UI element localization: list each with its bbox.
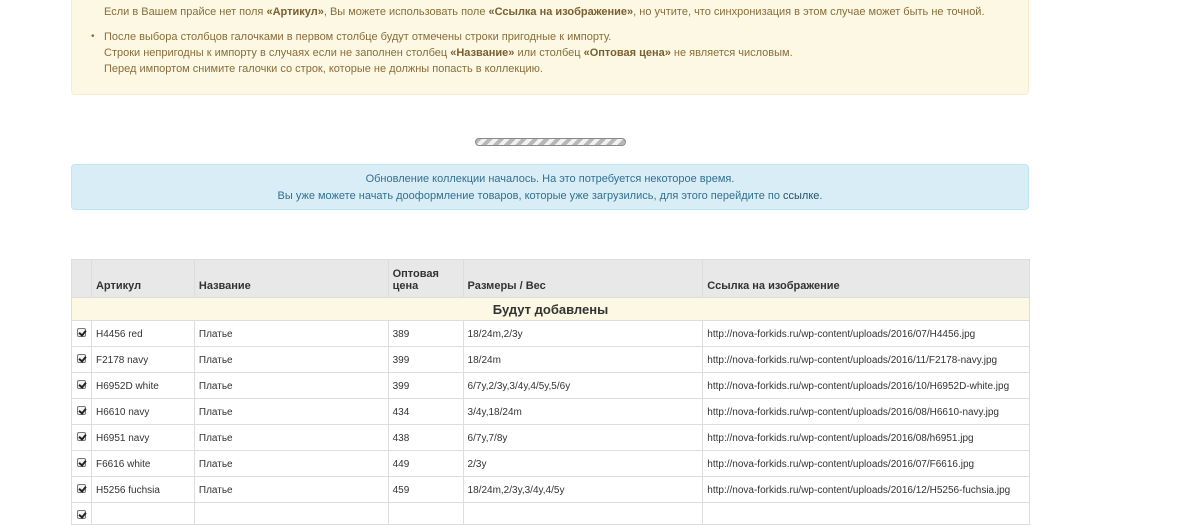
table-row: H6952D white Платье 399 6/7y,2/3y,3/4y,4/5y…: [71, 372, 1030, 399]
table-row: H6951 navy Платье 438 6/7y,7/8y http://nova-…: [71, 424, 1030, 451]
table-header-row: Артикул Название Оптовая цена Размеры / В…: [71, 259, 1030, 298]
hint-sku-missing: Если в Вашем прайсе нет поля «Артикул», …: [104, 6, 985, 18]
cell-name: [193, 502, 389, 525]
import-table: Артикул Название Оптовая цена Размеры / В…: [71, 259, 1030, 525]
row-checkbox-cell: [71, 450, 92, 477]
info-line-started: Обновление коллекции началось. На это по…: [365, 173, 735, 185]
cell-sku: H6951 navy: [90, 424, 195, 451]
row-checkbox[interactable]: [77, 510, 86, 519]
cell-image-url: http://nova-forkids.ru/wp-content/upload…: [702, 450, 1030, 477]
hint-uncheck-rows: Перед импортом снимите галочки со строк,…: [104, 63, 543, 75]
cell-name: Платье: [193, 372, 389, 399]
hint-unsuitable-rows: Строки непригодны к импорту в случаях ес…: [104, 47, 793, 59]
cell-sizes: [462, 502, 704, 525]
row-checkbox[interactable]: [77, 328, 86, 337]
cell-price: 399: [387, 372, 464, 399]
row-checkbox[interactable]: [77, 458, 86, 467]
cell-sku: H6952D white: [90, 372, 195, 399]
cell-image-url: [702, 502, 1030, 525]
table-row: H4456 red Платье 389 18/24m,2/3y http://nova…: [71, 320, 1030, 347]
row-checkbox[interactable]: [77, 354, 86, 363]
cell-sizes: 2/3y: [462, 450, 704, 477]
row-checkbox-cell: [71, 502, 92, 525]
cell-price: 449: [387, 450, 464, 477]
cell-sizes: 6/7y,2/3y,3/4y,4/5y,5/6y: [462, 372, 704, 399]
cell-sku: [90, 502, 195, 525]
cell-name: Платье: [193, 320, 389, 347]
cell-image-url: http://nova-forkids.ru/wp-content/upload…: [702, 372, 1030, 399]
row-checkbox[interactable]: [77, 380, 86, 389]
cell-name: Платье: [193, 476, 389, 503]
info-line-continue: Вы уже можете начать дооформление товаро…: [277, 190, 823, 202]
header-image[interactable]: Ссылка на изображение: [702, 259, 1030, 298]
row-checkbox-cell: [71, 372, 92, 399]
row-checkbox[interactable]: [77, 432, 86, 441]
row-checkbox-cell: [71, 424, 92, 451]
cell-price: 438: [387, 424, 464, 451]
row-checkbox[interactable]: [77, 406, 86, 415]
cell-image-url: http://nova-forkids.ru/wp-content/upload…: [702, 424, 1030, 451]
cell-sizes: 18/24m,2/3y: [462, 320, 704, 347]
cell-price: [387, 502, 464, 525]
cell-image-url: http://nova-forkids.ru/wp-content/upload…: [702, 320, 1030, 347]
cell-name: Платье: [193, 424, 389, 451]
row-checkbox[interactable]: [77, 484, 86, 493]
header-sku[interactable]: Артикул: [90, 259, 195, 298]
cell-price: 434: [387, 398, 464, 425]
cell-image-url: http://nova-forkids.ru/wp-content/upload…: [702, 346, 1030, 373]
header-name[interactable]: Название: [193, 259, 389, 298]
table-row: H5256 fuchsia Платье 459 18/24m,2/3y,3/4y,4…: [71, 476, 1030, 503]
cell-sku: F6616 white: [90, 450, 195, 477]
cell-name: Платье: [193, 450, 389, 477]
cell-image-url: http://nova-forkids.ru/wp-content/upload…: [702, 476, 1030, 503]
cell-image-url: http://nova-forkids.ru/wp-content/upload…: [702, 398, 1030, 425]
bullet-icon: •: [91, 31, 95, 42]
cell-name: Платье: [193, 346, 389, 373]
cell-sizes: 18/24m,2/3y,3/4y,4/5y: [462, 476, 704, 503]
table-row: H6610 navy Платье 434 3/4y,18/24m http://nov…: [71, 398, 1030, 425]
cell-price: 459: [387, 476, 464, 503]
header-price[interactable]: Оптовая цена: [387, 259, 464, 298]
row-checkbox-cell: [71, 398, 92, 425]
hint-checkboxes: После выбора столбцов галочками в первом…: [104, 31, 612, 43]
update-info-alert: Обновление коллекции началось. На это по…: [71, 164, 1029, 210]
table-row: [71, 502, 1030, 525]
cell-sku: H6610 navy: [90, 398, 195, 425]
table-row: F2178 navy Платье 399 18/24m http://nova-for…: [71, 346, 1030, 373]
progress-bar: [475, 138, 626, 146]
cell-sizes: 18/24m: [462, 346, 704, 373]
header-checkbox: [71, 259, 92, 298]
row-checkbox-cell: [71, 476, 92, 503]
cell-name: Платье: [193, 398, 389, 425]
cell-sku: H4456 red: [90, 320, 195, 347]
cell-sizes: 3/4y,18/24m: [462, 398, 704, 425]
cell-price: 399: [387, 346, 464, 373]
table-row: F6616 white Платье 449 2/3y http://nova-fork…: [71, 450, 1030, 477]
group-row-to-add: Будут добавлены: [71, 297, 1030, 321]
row-checkbox-cell: [71, 320, 92, 347]
header-sizes[interactable]: Размеры / Вес: [462, 259, 704, 298]
cell-price: 389: [387, 320, 464, 347]
cell-sku: H5256 fuchsia: [90, 476, 195, 503]
continue-link[interactable]: ссылке: [783, 190, 819, 202]
import-hints-alert: Если в Вашем прайсе нет поля «Артикул», …: [71, 0, 1029, 95]
cell-sku: F2178 navy: [90, 346, 195, 373]
row-checkbox-cell: [71, 346, 92, 373]
cell-sizes: 6/7y,7/8y: [462, 424, 704, 451]
group-label: Будут добавлены: [71, 297, 1030, 321]
